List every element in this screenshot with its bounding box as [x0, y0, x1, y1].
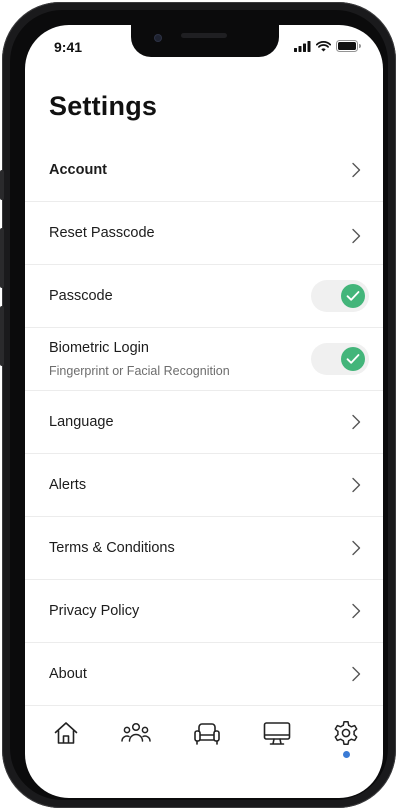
- settings-item-privacy-policy[interactable]: Privacy Policy: [25, 580, 383, 643]
- status-time: 9:41: [54, 39, 83, 55]
- chevron-right-icon: [352, 540, 361, 556]
- settings-item-about[interactable]: About: [25, 643, 383, 706]
- settings-item-passcode: Passcode: [25, 265, 383, 328]
- monitor-icon: [263, 722, 291, 745]
- biometric-login-toggle[interactable]: [311, 343, 369, 375]
- settings-item-label: Language: [49, 414, 114, 430]
- cellular-signal-icon: [294, 40, 311, 52]
- settings-item-label: Biometric Login: [49, 340, 149, 356]
- passcode-toggle[interactable]: [311, 280, 369, 312]
- notch: [131, 25, 279, 57]
- active-tab-indicator: [343, 751, 350, 758]
- settings-item-label: Privacy Policy: [49, 603, 140, 619]
- chevron-right-icon: [352, 228, 361, 244]
- settings-item-label: Passcode: [49, 288, 113, 304]
- settings-item-label: Terms & Conditions: [49, 540, 175, 556]
- settings-item-account[interactable]: Account: [25, 139, 383, 202]
- tab-seat[interactable]: [187, 713, 227, 753]
- home-icon: [54, 722, 78, 744]
- chevron-right-icon: [352, 162, 361, 178]
- wifi-icon: [316, 40, 331, 51]
- toggle-knob: [341, 347, 365, 371]
- settings-item-label: Account: [49, 162, 107, 178]
- mute-switch: [0, 170, 4, 200]
- tab-monitor[interactable]: [257, 713, 297, 753]
- toggle-knob: [341, 284, 365, 308]
- volume-up-button: [0, 228, 4, 288]
- chevron-right-icon: [352, 414, 361, 430]
- screen: 9:41 Settings Account Reset Passcode Pas…: [25, 25, 383, 798]
- settings-item-alerts[interactable]: Alerts: [25, 454, 383, 517]
- status-icons: [294, 40, 361, 52]
- settings-item-terms-conditions[interactable]: Terms & Conditions: [25, 517, 383, 580]
- chevron-right-icon: [352, 477, 361, 493]
- settings-item-reset-passcode[interactable]: Reset Passcode: [25, 202, 383, 265]
- settings-item-label: About: [49, 666, 87, 682]
- settings-list: Account Reset Passcode Passcode Biometri…: [25, 139, 383, 706]
- battery-icon: [336, 40, 361, 52]
- gear-icon: [334, 721, 358, 745]
- tab-people[interactable]: [116, 713, 156, 753]
- settings-item-language[interactable]: Language: [25, 391, 383, 454]
- tab-home[interactable]: [46, 713, 86, 753]
- tab-bar: [25, 705, 383, 775]
- page-title: Settings: [49, 91, 158, 121]
- settings-item-label: Reset Passcode: [49, 225, 155, 241]
- settings-item-label: Alerts: [49, 477, 87, 493]
- volume-down-button: [0, 306, 4, 366]
- tab-settings[interactable]: [326, 713, 366, 758]
- seat-icon: [194, 723, 220, 745]
- chevron-right-icon: [352, 603, 361, 619]
- settings-item-sublabel: Fingerprint or Facial Recognition: [49, 364, 230, 378]
- checkmark-icon: [346, 354, 360, 364]
- people-icon: [121, 722, 151, 742]
- checkmark-icon: [346, 291, 360, 301]
- settings-item-biometric-login: Biometric Login Fingerprint or Facial Re…: [25, 328, 383, 391]
- chevron-right-icon: [352, 666, 361, 682]
- front-camera: [155, 35, 161, 41]
